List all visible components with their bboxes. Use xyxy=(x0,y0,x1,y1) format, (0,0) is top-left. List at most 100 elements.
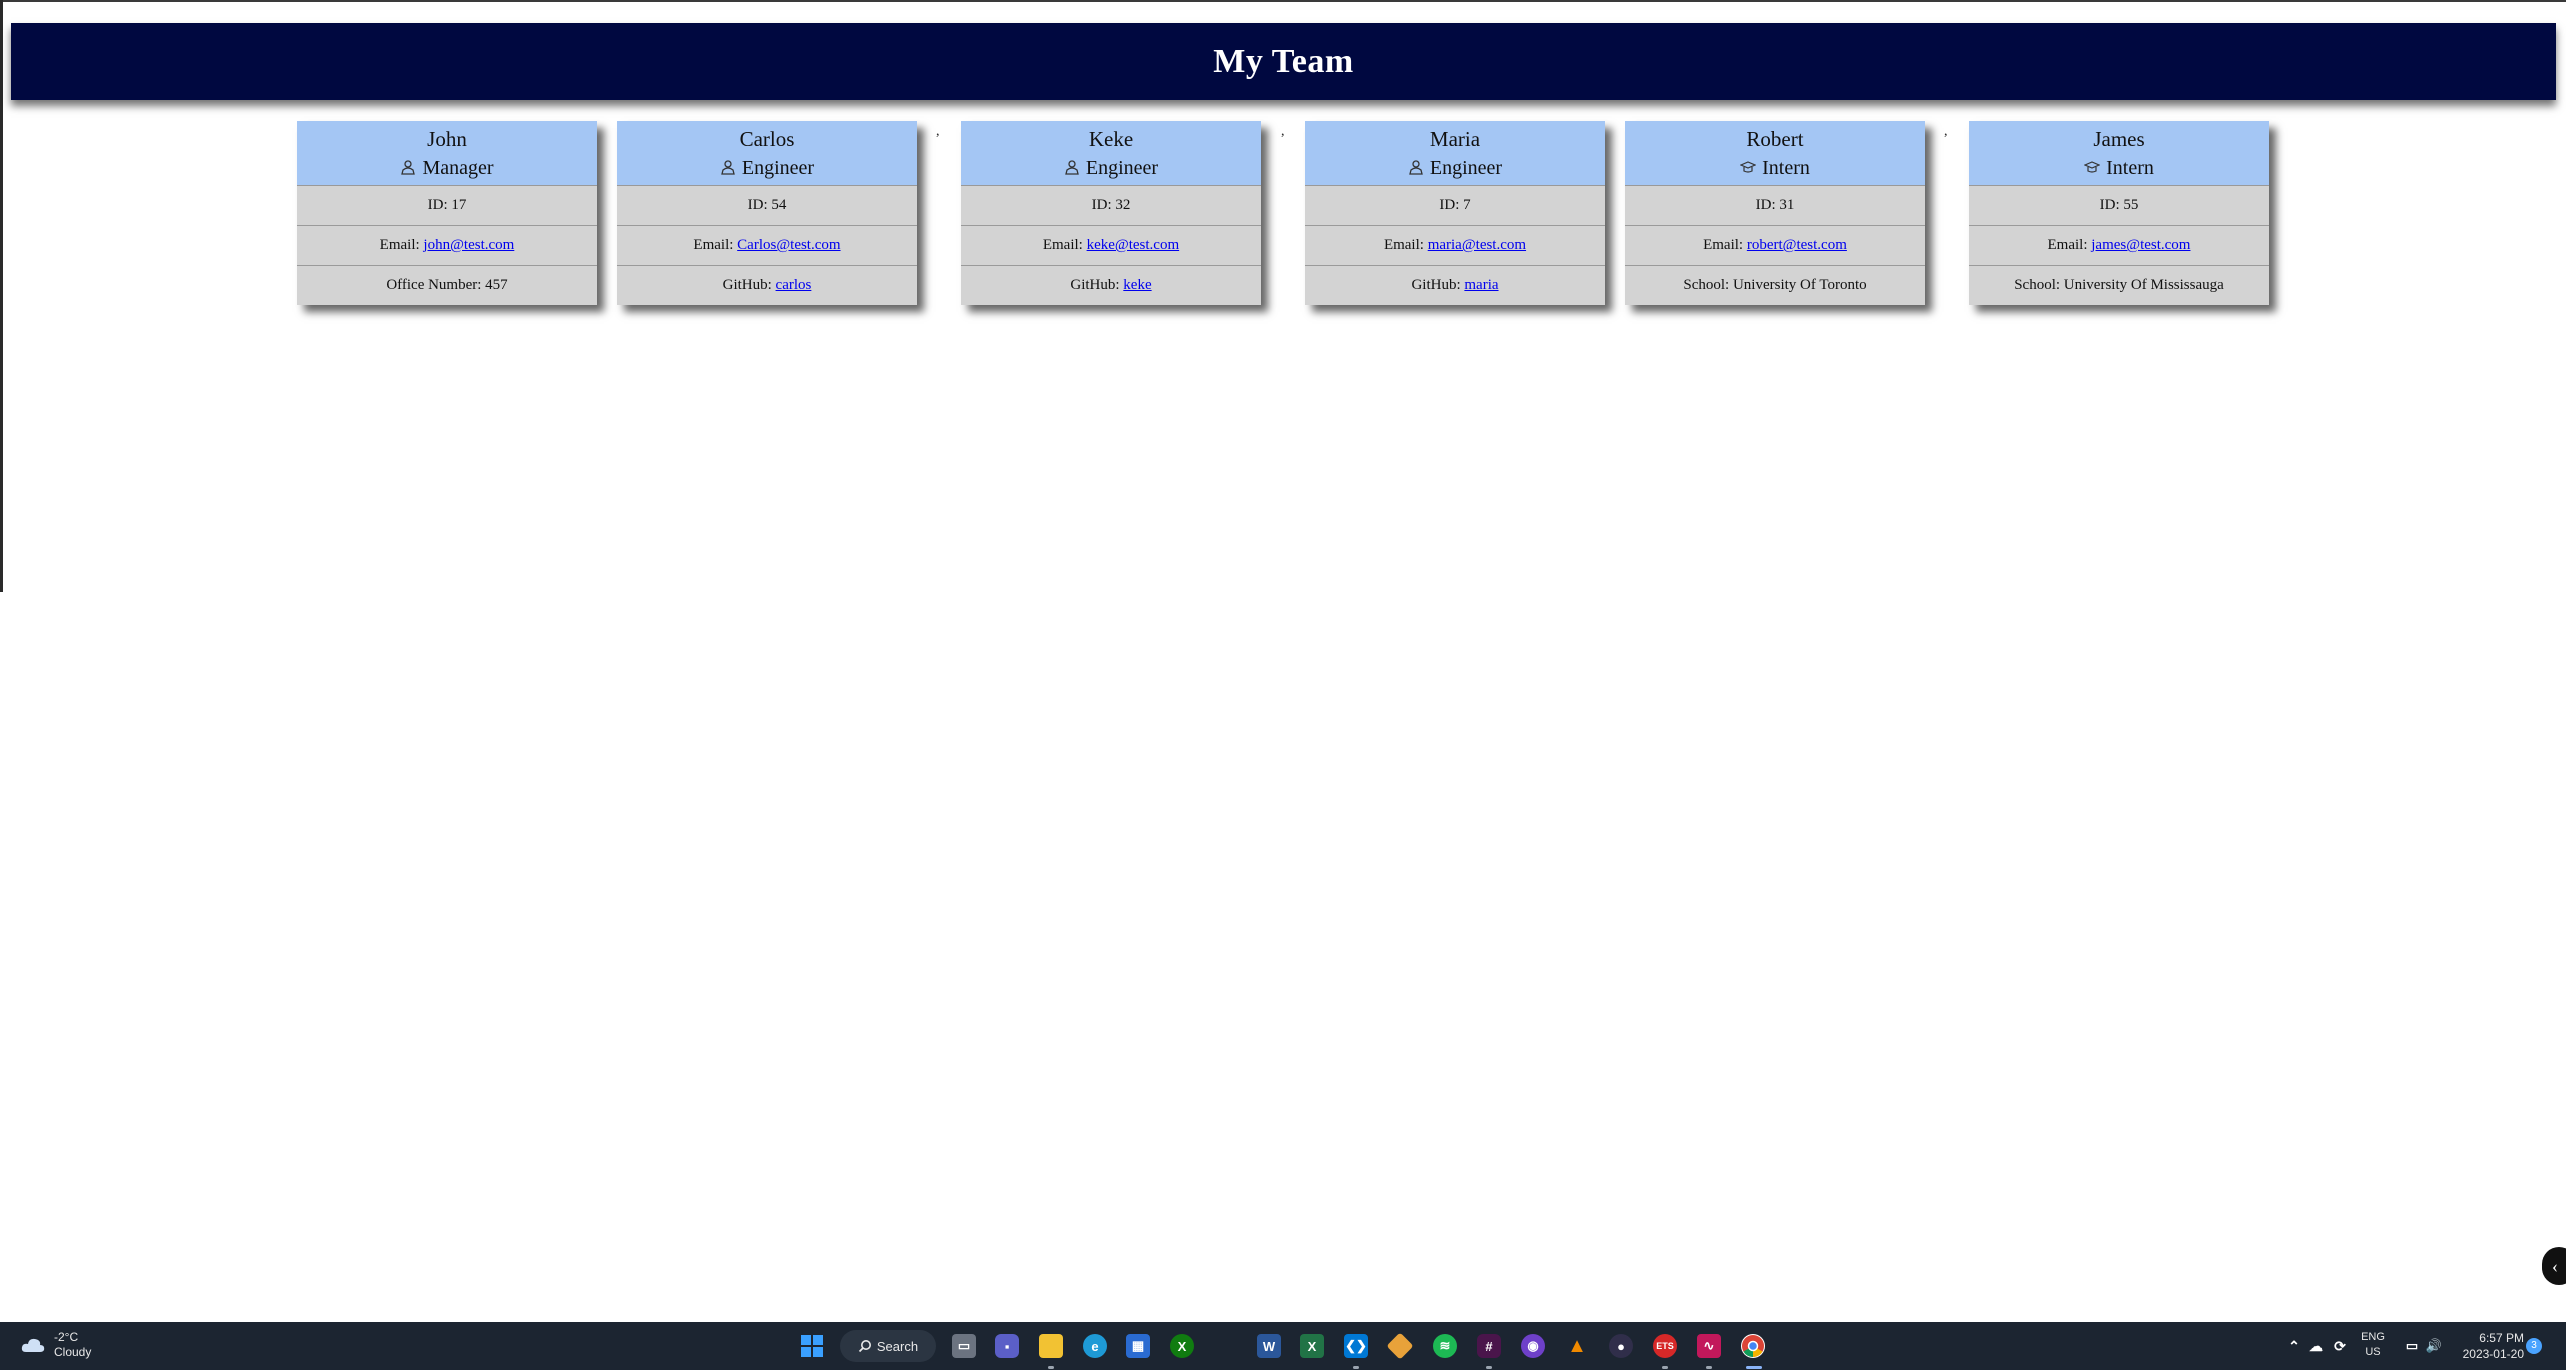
page-header: My Team xyxy=(11,23,2556,100)
employee-email-row: Email: keke@test.com xyxy=(961,226,1261,266)
slack-icon[interactable]: # xyxy=(1477,1334,1501,1358)
employee-email-row: Email: robert@test.com xyxy=(1625,226,1925,266)
edge-icon[interactable]: e xyxy=(1083,1334,1107,1358)
obs-icon[interactable]: ● xyxy=(1609,1334,1633,1358)
employee-email-row: Email: maria@test.com xyxy=(1305,226,1605,266)
teams-chat-icon[interactable]: ▪ xyxy=(995,1334,1019,1358)
running-indicator xyxy=(1486,1366,1492,1369)
person-icon xyxy=(1065,160,1079,175)
windows-start-icon[interactable] xyxy=(800,1334,824,1358)
email-link[interactable]: robert@test.com xyxy=(1747,237,1847,253)
running-indicator xyxy=(1353,1366,1359,1369)
email-link[interactable]: Carlos@test.com xyxy=(737,237,840,253)
person-icon xyxy=(721,160,735,175)
chevron-left-icon[interactable]: ‹ xyxy=(2542,1247,2566,1285)
weather-condition: Cloudy xyxy=(54,1345,92,1359)
github-link[interactable]: carlos xyxy=(776,277,812,293)
weather-temp: -2°C xyxy=(54,1330,79,1344)
employee-id: ID: 32 xyxy=(961,186,1261,226)
employee-email-row: Email: Carlos@test.com xyxy=(617,226,917,266)
employee-card-john: John Manager ID: 17 Email: john@test.com… xyxy=(297,121,597,305)
employee-id: ID: 55 xyxy=(1969,186,2269,226)
search-label: Search xyxy=(876,1338,919,1354)
github-desktop-icon[interactable]: ◉ xyxy=(1521,1334,1545,1358)
word-icon[interactable]: W xyxy=(1257,1334,1281,1358)
employee-role: Engineer xyxy=(741,157,815,179)
employee-name: John xyxy=(427,127,467,151)
cloud-icon xyxy=(21,1338,45,1352)
employee-card-maria: Maria Engineer ID: 7 Email: maria@test.c… xyxy=(1305,121,1605,305)
git-tool-icon[interactable] xyxy=(1386,1332,1414,1360)
vlc-icon[interactable]: ▲ xyxy=(1565,1334,1589,1358)
employee-card-keke: Keke Engineer ID: 32 Email: keke@test.co… xyxy=(961,121,1261,305)
window-left-edge xyxy=(0,0,3,592)
email-link[interactable]: james@test.com xyxy=(2091,237,2190,253)
app-pink-icon[interactable]: ∿ xyxy=(1697,1334,1721,1358)
github-row: GitHub: carlos xyxy=(722,277,812,293)
microsoft-store-icon[interactable]: ▦ xyxy=(1126,1334,1150,1358)
taskbar-search-button[interactable]: Search xyxy=(840,1330,936,1362)
employee-name: Keke xyxy=(1088,127,1134,151)
language-indicator[interactable]: ENG US xyxy=(2358,1330,2388,1360)
page-title: My Team xyxy=(1213,42,1354,80)
separator-comma: , xyxy=(1281,124,1285,139)
person-icon xyxy=(1409,160,1423,175)
file-explorer-icon[interactable] xyxy=(1039,1334,1063,1358)
xbox-icon[interactable]: X xyxy=(1170,1334,1194,1358)
network-icon[interactable]: ▭ xyxy=(2400,1334,2424,1358)
app-red-icon[interactable]: ETS xyxy=(1653,1334,1677,1358)
employee-id: ID: 31 xyxy=(1625,186,1925,226)
spotify-icon[interactable]: ≋ xyxy=(1433,1334,1457,1358)
employee-name: Robert xyxy=(1746,127,1804,151)
github-link[interactable]: keke xyxy=(1123,277,1151,293)
card-header: John Manager xyxy=(297,121,597,186)
github-link[interactable]: maria xyxy=(1464,277,1498,293)
office-number: Office Number: 457 xyxy=(386,277,508,293)
card-header: Carlos Engineer xyxy=(617,121,917,186)
email-link[interactable]: keke@test.com xyxy=(1087,237,1180,253)
employee-email-row: Email: james@test.com xyxy=(1969,226,2269,266)
clock-time: 6:57 PM xyxy=(2479,1331,2524,1345)
employee-name: Carlos xyxy=(739,127,795,151)
graduation-cap-icon xyxy=(2084,161,2101,173)
clock-date: 2023-01-20 xyxy=(2462,1347,2524,1361)
employee-role: Engineer xyxy=(1085,157,1159,179)
system-clock[interactable]: 6:57 PM 2023-01-20 xyxy=(2452,1330,2524,1362)
excel-icon[interactable]: X xyxy=(1300,1334,1324,1358)
employee-email-row: Email: john@test.com xyxy=(297,226,597,266)
employee-role: Intern xyxy=(1762,157,1810,179)
employee-id: ID: 17 xyxy=(297,186,597,226)
employee-role: Intern xyxy=(2106,157,2154,179)
employee-role: Manager xyxy=(422,157,494,179)
vs-code-icon[interactable]: ❮❯ xyxy=(1344,1334,1368,1358)
employee-name: James xyxy=(2093,127,2145,151)
sync-icon[interactable]: ⟳ xyxy=(2328,1334,2352,1358)
person-icon xyxy=(401,160,416,175)
notification-badge[interactable]: 3 xyxy=(2526,1338,2542,1354)
card-header: Robert Intern xyxy=(1625,121,1925,186)
window-top-border xyxy=(0,0,2566,2)
weather-widget[interactable]: -2°C Cloudy xyxy=(20,1330,91,1360)
employee-role: Engineer xyxy=(1429,157,1503,179)
volume-icon[interactable]: 🔊 xyxy=(2422,1334,2446,1358)
active-app-indicator xyxy=(1746,1366,1762,1369)
running-indicator xyxy=(1048,1366,1054,1369)
chrome-icon[interactable] xyxy=(1741,1334,1765,1358)
onedrive-cloud-icon[interactable]: ☁ xyxy=(2304,1334,2328,1358)
graduation-cap-icon xyxy=(1740,161,1757,173)
employee-id: ID: 7 xyxy=(1305,186,1605,226)
card-header: Maria Engineer xyxy=(1305,121,1605,186)
employee-name: Maria xyxy=(1429,127,1481,151)
employee-card-robert: Robert Intern ID: 31 Email: robert@test.… xyxy=(1625,121,1925,305)
school-row: School: University Of Toronto xyxy=(1683,277,1867,293)
chevron-up-icon[interactable]: ⌃ xyxy=(2282,1334,2306,1358)
email-link[interactable]: john@test.com xyxy=(423,237,514,253)
task-view-icon[interactable]: ▭ xyxy=(952,1334,976,1358)
card-header: James Intern xyxy=(1969,121,2269,186)
card-header: Keke Engineer xyxy=(961,121,1261,186)
employee-card-carlos: Carlos Engineer ID: 54 Email: Carlos@tes… xyxy=(617,121,917,305)
github-row: GitHub: maria xyxy=(1411,277,1499,293)
email-link[interactable]: maria@test.com xyxy=(1428,237,1526,253)
school-row: School: University Of Mississauga xyxy=(2014,277,2224,293)
running-indicator xyxy=(1706,1366,1712,1369)
